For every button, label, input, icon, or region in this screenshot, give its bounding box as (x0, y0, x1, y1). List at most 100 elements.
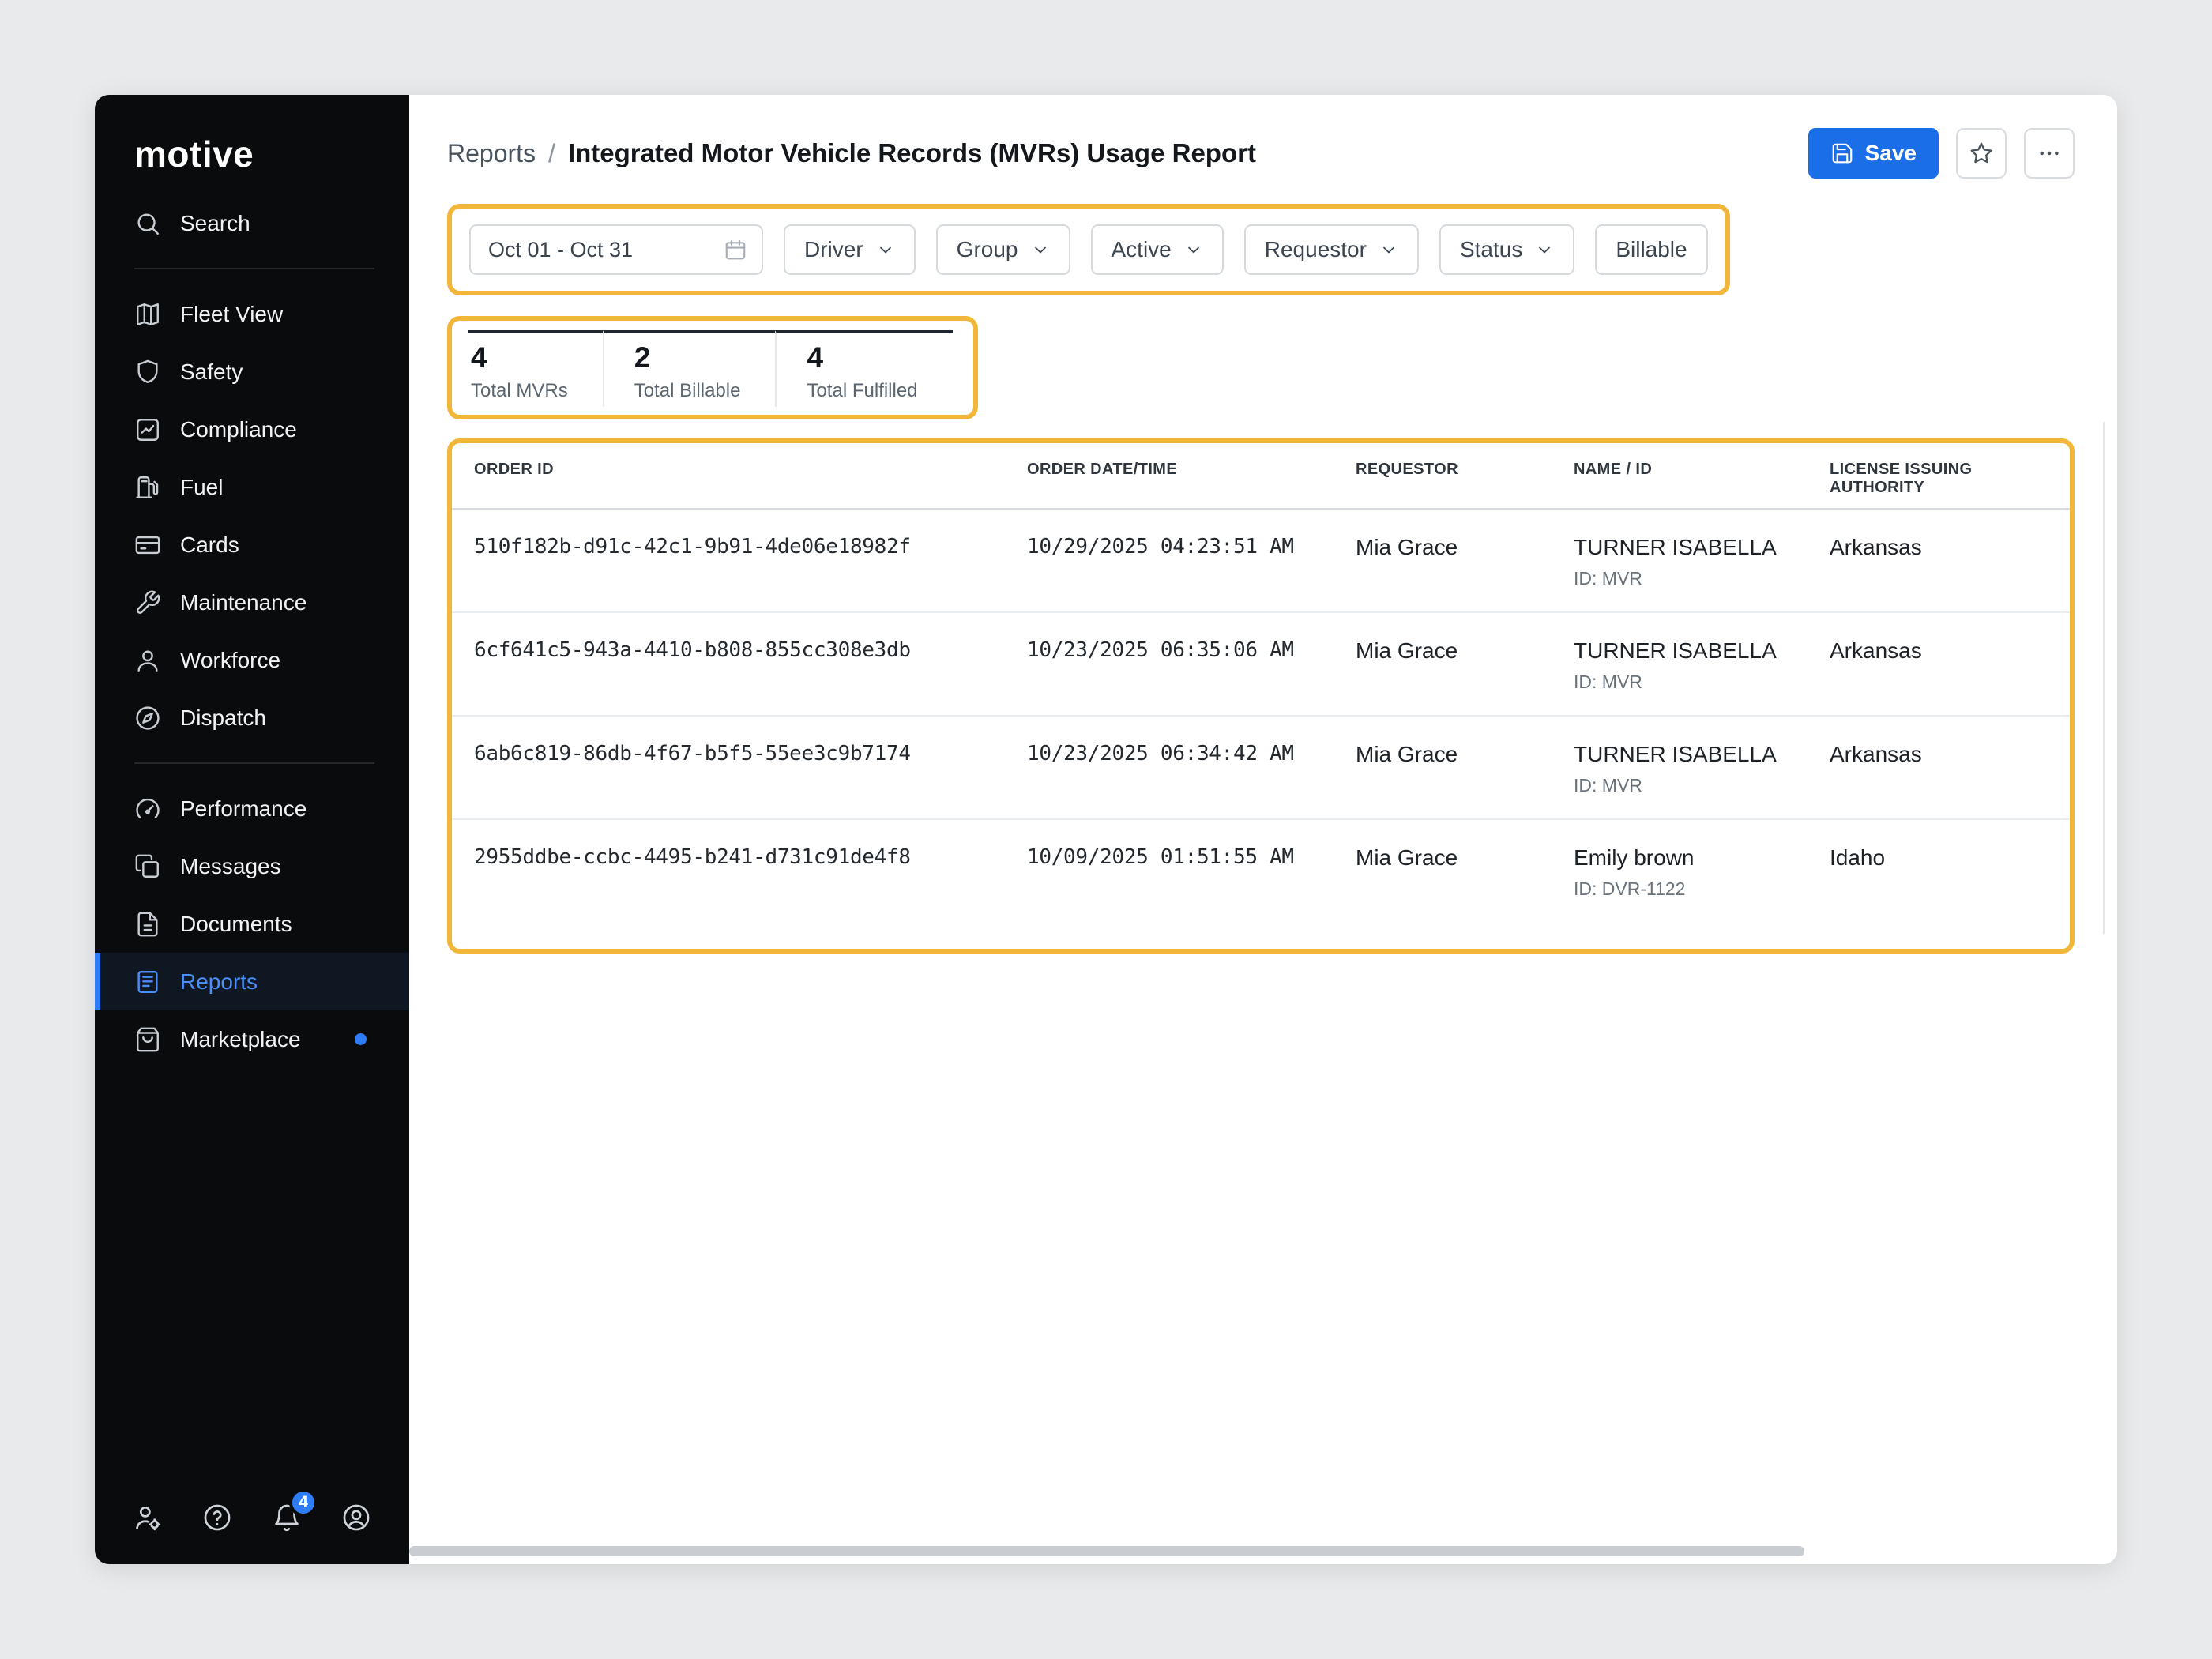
sidebar-item-dispatch[interactable]: Dispatch (95, 689, 409, 747)
requestor-filter-dropdown[interactable]: Requestor (1244, 224, 1419, 275)
sidebar-item-compliance[interactable]: Compliance (95, 401, 409, 458)
calendar-icon (724, 238, 747, 261)
sidebar-item-label: Workforce (180, 648, 280, 673)
sidebar-divider (134, 762, 374, 764)
sidebar-item-maintenance[interactable]: Maintenance (95, 574, 409, 631)
group-filter-dropdown[interactable]: Group (936, 224, 1070, 275)
driver-id: ID: MVR (1574, 568, 1830, 589)
document-icon (134, 911, 161, 938)
cell-requestor: Mia Grace (1356, 742, 1574, 796)
sidebar-item-label: Compliance (180, 417, 297, 442)
sidebar-item-documents[interactable]: Documents (95, 895, 409, 953)
favorite-button[interactable] (1956, 128, 2007, 179)
billable-filter-button[interactable]: Billable (1595, 224, 1707, 275)
sidebar-item-performance[interactable]: Performance (95, 780, 409, 837)
sidebar-item-label: Marketplace (180, 1027, 301, 1052)
stat-total-billable: 2 Total Billable (603, 330, 776, 407)
table-header-row: ORDER IDORDER DATE/TIMEREQUESTORNAME / I… (452, 446, 2070, 510)
column-header: LICENSE ISSUING AUTHORITY (1830, 461, 2048, 497)
save-icon (1830, 141, 1854, 165)
stat-label: Total Billable (634, 380, 741, 402)
driver-name: Emily brown (1574, 845, 1830, 871)
column-header: ORDER DATE/TIME (1027, 461, 1356, 497)
table-right-edge-divider (2103, 422, 2105, 934)
cell-order-id: 6cf641c5-943a-4410-b808-855cc308e3db (474, 638, 1027, 693)
cell-datetime: 10/23/2025 06:34:42 AM (1027, 742, 1356, 796)
page-title: Integrated Motor Vehicle Records (MVRs) … (568, 138, 1256, 168)
sidebar-item-cards[interactable]: Cards (95, 516, 409, 574)
header-actions: Save (1808, 128, 2075, 179)
sidebar-item-search[interactable]: Search (95, 194, 409, 252)
table-row[interactable]: 6ab6c819-86db-4f67-b5f5-55ee3c9b717410/2… (452, 717, 2070, 820)
sidebar-item-label: Maintenance (180, 590, 307, 615)
driver-name: TURNER ISABELLA (1574, 638, 1830, 664)
cell-requestor: Mia Grace (1356, 638, 1574, 693)
summary-stats: 4Total MVRs2Total Billable4Total Fulfill… (447, 316, 978, 419)
cell-authority: Arkansas (1830, 638, 2048, 693)
account-icon (341, 1503, 371, 1533)
horizontal-scrollbar[interactable] (409, 1546, 1804, 1556)
sidebar-item-messages[interactable]: Messages (95, 837, 409, 895)
driver-id: ID: DVR-1122 (1574, 878, 1830, 900)
fuel-icon (134, 474, 161, 501)
status-filter-dropdown[interactable]: Status (1439, 224, 1574, 275)
sidebar-item-label: Messages (180, 854, 281, 879)
cell-datetime: 10/09/2025 01:51:55 AM (1027, 845, 1356, 900)
table-row[interactable]: 510f182b-d91c-42c1-9b91-4de06e18982f10/2… (452, 510, 2070, 613)
sidebar-item-label: Fleet View (180, 302, 283, 327)
date-range-input[interactable]: Oct 01 - Oct 31 (469, 224, 763, 275)
table-row[interactable]: 2955ddbe-ccbc-4495-b241-d731c91de4f810/0… (452, 820, 2070, 938)
compass-icon (134, 705, 161, 732)
sidebar-item-safety[interactable]: Safety (95, 343, 409, 401)
driver-name: TURNER ISABELLA (1574, 742, 1830, 767)
driver-id: ID: MVR (1574, 672, 1830, 693)
admin-icon (133, 1503, 163, 1533)
map-icon (134, 301, 161, 328)
breadcrumb-reports-link[interactable]: Reports (447, 139, 536, 168)
sidebar-item-label: Performance (180, 796, 307, 822)
sidebar-item-workforce[interactable]: Workforce (95, 631, 409, 689)
sidebar-item-marketplace[interactable]: Marketplace (95, 1010, 409, 1068)
sidebar-item-fuel[interactable]: Fuel (95, 458, 409, 516)
cell-order-id: 2955ddbe-ccbc-4495-b241-d731c91de4f8 (474, 845, 1027, 900)
sidebar-spacer (95, 1068, 409, 1503)
notifications-icon[interactable]: 4 (272, 1503, 302, 1533)
help-icon[interactable] (202, 1503, 232, 1533)
sidebar-item-fleet-view[interactable]: Fleet View (95, 285, 409, 343)
cell-order-id: 510f182b-d91c-42c1-9b91-4de06e18982f (474, 535, 1027, 589)
user-icon (134, 647, 161, 674)
report-icon (134, 969, 161, 995)
date-range-value: Oct 01 - Oct 31 (488, 238, 633, 262)
sidebar: motive Search Fleet ViewSafetyCompliance… (95, 95, 409, 1564)
driver-filter-dropdown[interactable]: Driver (784, 224, 916, 275)
cell-name-id: TURNER ISABELLAID: MVR (1574, 742, 1830, 796)
stat-value: 2 (634, 343, 741, 374)
table-row[interactable]: 6cf641c5-943a-4410-b808-855cc308e3db10/2… (452, 613, 2070, 717)
save-button[interactable]: Save (1808, 128, 1939, 179)
shield-icon (134, 359, 161, 386)
column-header: NAME / ID (1574, 461, 1830, 497)
admin-settings-icon[interactable] (133, 1503, 163, 1533)
sidebar-item-label: Reports (180, 969, 258, 995)
filter-dropdown-label: Status (1460, 237, 1522, 262)
cell-authority: Idaho (1830, 845, 2048, 900)
driver-name: TURNER ISABELLA (1574, 535, 1830, 560)
stat-label: Total MVRs (471, 380, 568, 402)
breadcrumb-separator: / (548, 139, 555, 168)
breadcrumb: Reports / Integrated Motor Vehicle Recor… (447, 138, 1256, 168)
cell-order-id: 6ab6c819-86db-4f67-b5f5-55ee3c9b7174 (474, 742, 1027, 796)
cell-requestor: Mia Grace (1356, 535, 1574, 589)
stat-total-fulfilled: 4Total Fulfilled (775, 330, 952, 407)
chevron-down-icon (1379, 240, 1398, 259)
active-filter-dropdown[interactable]: Active (1091, 224, 1224, 275)
chevron-down-icon (1031, 240, 1050, 259)
column-header: REQUESTOR (1356, 461, 1574, 497)
sidebar-item-reports[interactable]: Reports (95, 953, 409, 1010)
cell-authority: Arkansas (1830, 535, 2048, 589)
cell-requestor: Mia Grace (1356, 845, 1574, 900)
more-options-button[interactable] (2024, 128, 2075, 179)
sidebar-footer: 4 (95, 1503, 409, 1564)
app-window: motive Search Fleet ViewSafetyCompliance… (95, 95, 2117, 1564)
gauge-icon (134, 796, 161, 822)
account-icon[interactable] (341, 1503, 371, 1533)
